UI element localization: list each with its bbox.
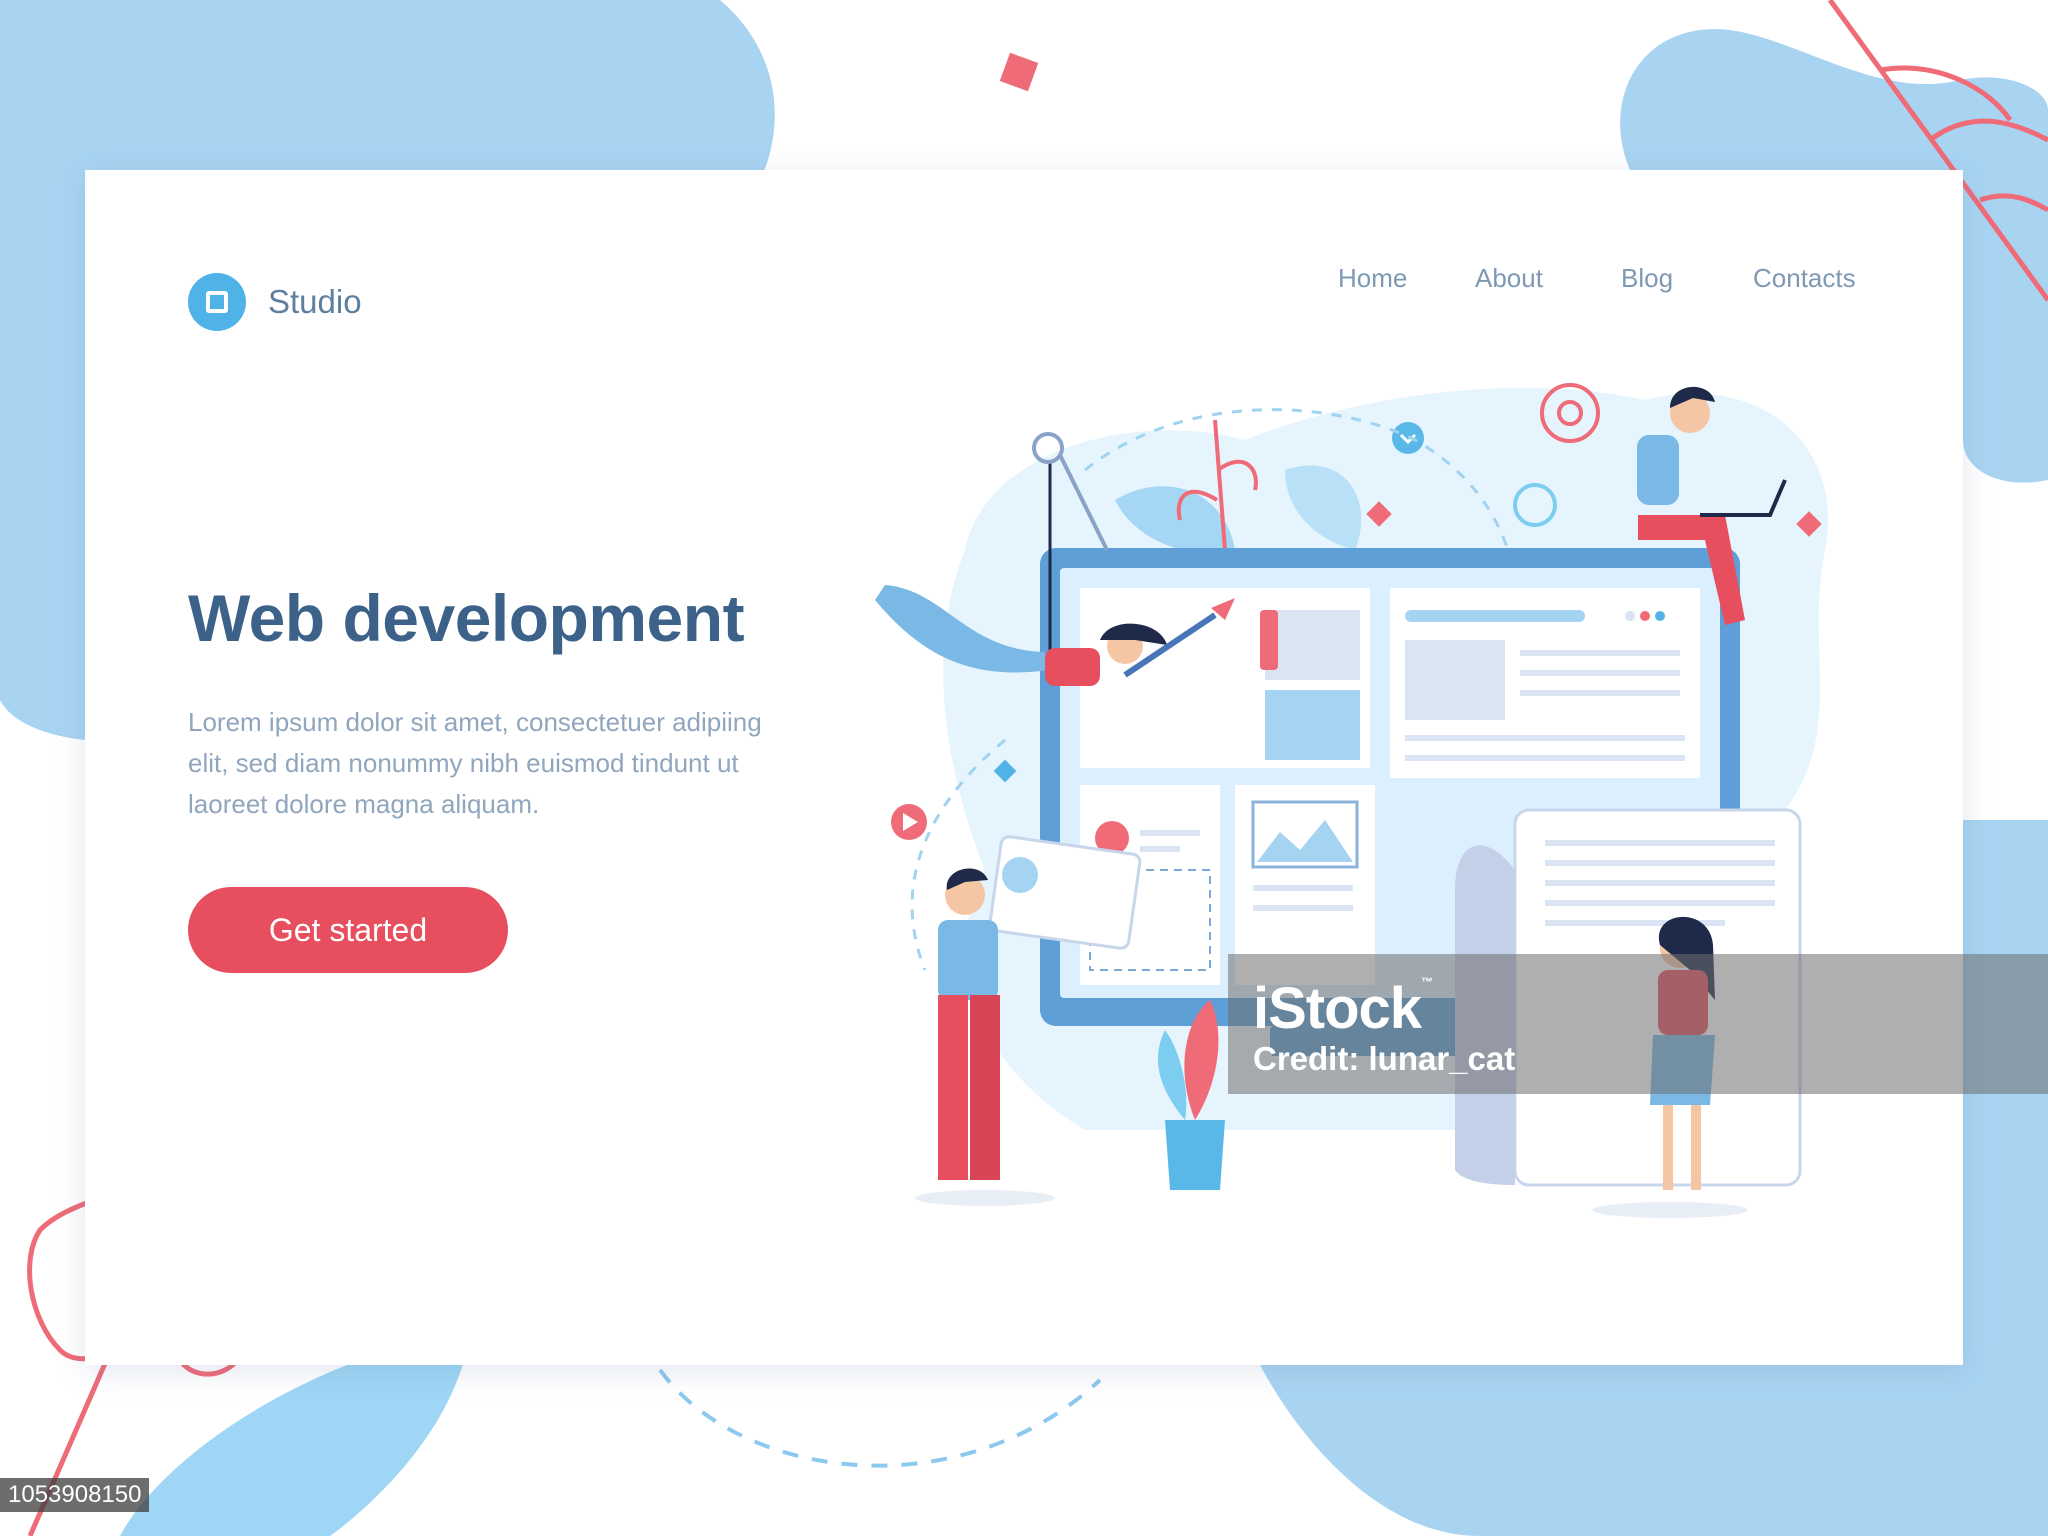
nav-about-link[interactable]: About (1475, 263, 1543, 294)
potted-plant (1165, 1120, 1225, 1190)
left-blob (0, 170, 85, 740)
get-started-button[interactable]: Get started (188, 887, 508, 973)
landing-page-card: Studio Home About Blog Contacts Web deve… (85, 170, 1963, 1365)
red-diamond-top (999, 52, 1039, 92)
bottom-dashed-arc (658, 1368, 1102, 1468)
square-logo-icon (188, 273, 246, 331)
brand-name: Studio (268, 283, 362, 320)
hero-title: Web development (188, 581, 745, 655)
watermark-credit: Credit: lunar_cat (1253, 1040, 1516, 1077)
nav-blog-link[interactable]: Blog (1621, 263, 1673, 294)
stock-image-id: 1053908150 (0, 1478, 150, 1512)
profile-card-prop (988, 835, 1142, 950)
nav-contacts-link[interactable]: Contacts (1753, 263, 1856, 294)
nav-home-link[interactable]: Home (1338, 263, 1407, 294)
brand-logo[interactable]: Studio (188, 273, 362, 331)
hero-description: Lorem ipsum dolor sit amet, consectetuer… (188, 707, 762, 819)
watermark-logo: iStock™ (1253, 975, 1433, 1041)
top-left-blob (0, 0, 775, 180)
